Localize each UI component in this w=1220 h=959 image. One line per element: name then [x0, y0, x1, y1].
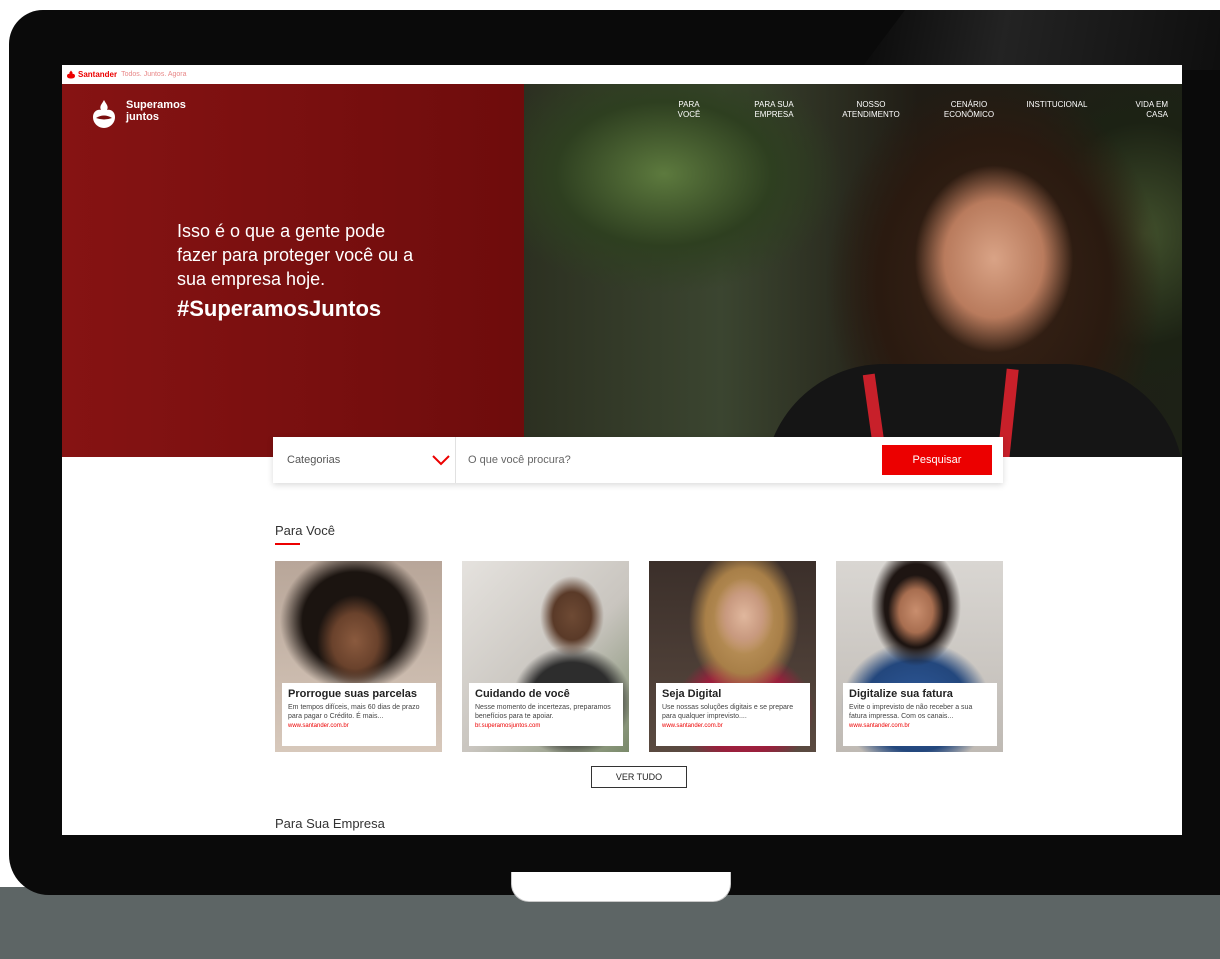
nav-para-sua-empresa-line2: EMPRESA: [754, 110, 794, 119]
browser-viewport: Santander Todos. Juntos. Agora Superamos…: [62, 65, 1182, 835]
search-bar: Categorias Pesquisar: [273, 437, 1003, 483]
card-cuidando-de-voce[interactable]: Cuidando de você Nesse momento de incert…: [462, 561, 629, 752]
card-text-box: Digitalize sua fatura Evite o imprevisto…: [843, 683, 997, 746]
nav-institucional[interactable]: INSTITUCIONAL: [1012, 100, 1102, 110]
card-seja-digital[interactable]: Seja Digital Use nossas soluções digitai…: [649, 561, 816, 752]
nav-cenario-economico-line1: CENÁRIO: [950, 100, 988, 109]
card-link[interactable]: www.santander.com.br: [662, 722, 804, 731]
monitor-stand: [511, 872, 731, 902]
section-title-para-sua-empresa: Para Sua Empresa: [275, 816, 385, 831]
hero-hashtag: #SuperamosJuntos: [177, 296, 382, 321]
card-title: Seja Digital: [662, 688, 722, 700]
chevron-down-icon: [432, 455, 450, 466]
card-description: Use nossas soluções digitais e se prepar…: [662, 704, 794, 720]
nav-cenario-economico-line2: ECONÔMICO: [943, 110, 995, 119]
hero-headline-line3: sua empresa hoje.: [177, 269, 326, 289]
card-link[interactable]: www.santander.com.br: [849, 722, 991, 731]
card-digitalize-fatura[interactable]: Digitalize sua fatura Evite o imprevisto…: [836, 561, 1003, 752]
search-button[interactable]: Pesquisar: [882, 445, 992, 475]
nav-vida-em-casa-line2: CASA: [1146, 110, 1168, 119]
card-text-box: Prorrogue suas parcelas Em tempos difíce…: [282, 683, 436, 746]
card-title: Digitalize sua fatura: [849, 688, 953, 700]
nav-para-voce[interactable]: PARA VOCÊ: [644, 100, 734, 120]
nav-para-voce-line1: PARA: [678, 100, 700, 109]
nav-para-sua-empresa-line1: PARA SUA: [754, 100, 794, 109]
card-prorrogue-parcelas[interactable]: Prorrogue suas parcelas Em tempos difíce…: [275, 561, 442, 752]
nav-nosso-atendimento-line1: NOSSO: [856, 100, 886, 109]
cards-para-voce: Prorrogue suas parcelas Em tempos difíce…: [275, 561, 1003, 752]
category-select-label: Categorias: [287, 454, 341, 466]
main-nav: PARA VOCÊ PARA SUA EMPRESA NOSSO ATENDIM…: [62, 100, 1182, 130]
nav-vida-em-casa-line1: VIDA EM: [1135, 100, 1168, 109]
card-text-box: Seja Digital Use nossas soluções digitai…: [656, 683, 810, 746]
hero-banner: Superamos juntos PARA VOCÊ PARA SUA EMPR…: [62, 84, 1182, 457]
bezel-reflection: [860, 10, 1220, 70]
card-description: Em tempos difíceis, mais 60 dias de praz…: [288, 704, 420, 720]
nav-institucional-line1: INSTITUCIONAL: [1026, 100, 1088, 109]
hero-photo-woman: [524, 84, 1182, 457]
card-link[interactable]: www.santander.com.br: [288, 722, 430, 731]
card-title: Prorrogue suas parcelas: [288, 688, 418, 700]
card-text-box: Cuidando de você Nesse momento de incert…: [469, 683, 623, 746]
santander-flame-icon: [67, 70, 75, 79]
search-input[interactable]: [456, 437, 882, 483]
nav-para-sua-empresa[interactable]: PARA SUA EMPRESA: [729, 100, 819, 120]
device-scene: Santander Todos. Juntos. Agora Superamos…: [0, 0, 1220, 959]
nav-nosso-atendimento-line2: ATENDIMENTO: [842, 110, 900, 119]
card-description: Nesse momento de incertezas, preparamos …: [475, 704, 611, 720]
section-underline-para-voce: [275, 543, 300, 545]
nav-vida-em-casa[interactable]: VIDA EM CASA: [1098, 100, 1168, 120]
nav-nosso-atendimento[interactable]: NOSSO ATENDIMENTO: [826, 100, 916, 120]
card-link[interactable]: br.superamosjuntos.com: [475, 722, 617, 731]
card-title: Cuidando de você: [475, 688, 570, 700]
brand-tagline: Todos. Juntos. Agora: [121, 71, 187, 78]
section-title-para-voce: Para Você: [275, 523, 335, 538]
hero-copy: Isso é o que a gente pode fazer para pro…: [177, 219, 437, 325]
hero-headline-line1: Isso é o que a gente pode: [177, 221, 386, 241]
card-description: Evite o imprevisto de não receber a sua …: [849, 704, 973, 720]
santander-brand-link[interactable]: Santander: [78, 70, 117, 79]
category-select[interactable]: Categorias: [273, 437, 456, 483]
nav-cenario-economico[interactable]: CENÁRIO ECONÔMICO: [924, 100, 1014, 120]
ver-tudo-button[interactable]: VER TUDO: [591, 766, 687, 788]
nav-para-voce-line2: VOCÊ: [677, 110, 701, 119]
hero-headline-line2: fazer para proteger você ou a: [177, 245, 414, 265]
brand-bar: Santander Todos. Juntos. Agora: [62, 65, 1182, 84]
